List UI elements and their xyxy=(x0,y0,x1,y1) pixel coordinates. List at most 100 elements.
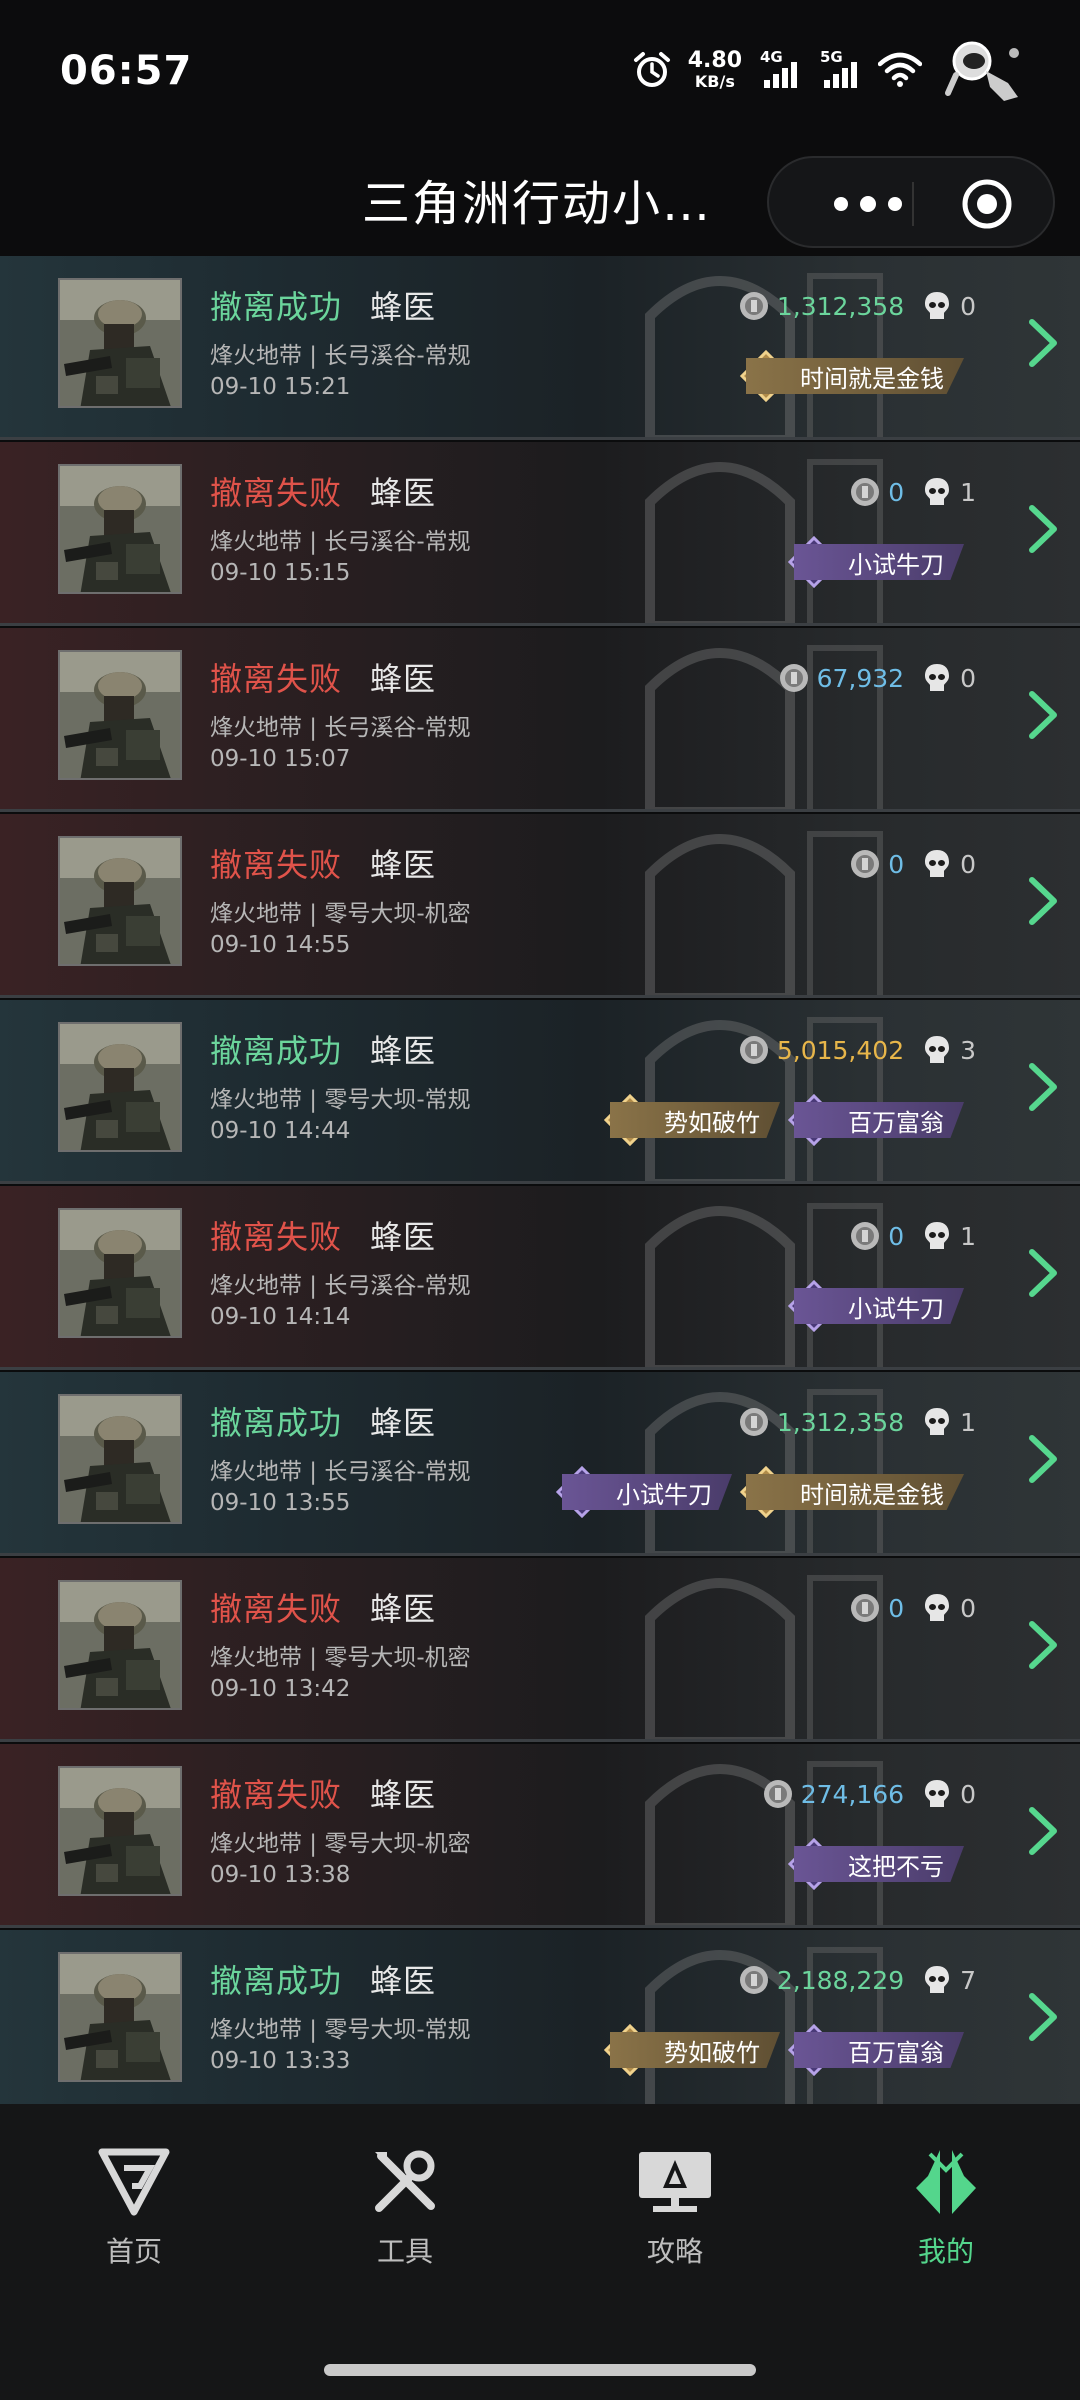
coin-icon xyxy=(739,1036,768,1064)
tab-guide[interactable]: 攻略 xyxy=(595,2148,755,2278)
kill-count: 1 xyxy=(960,1407,976,1437)
chevron-right-icon[interactable] xyxy=(1028,1992,1058,2042)
badge-group: 势如破竹 百万富翁 xyxy=(604,2024,964,2076)
chevron-right-icon[interactable] xyxy=(1028,504,1058,554)
extraction-status: 撤离成功 xyxy=(210,1032,343,1070)
map-info: 烽火地带 | 长弓溪谷-常规 xyxy=(210,715,471,741)
match-stats: 1,312,358 0 xyxy=(739,286,976,326)
chevron-right-icon[interactable] xyxy=(1028,690,1058,740)
row-divider xyxy=(0,1367,1080,1370)
skull-icon xyxy=(925,1036,950,1063)
capsule-menu xyxy=(767,156,1055,248)
extracted-value: 67,932 xyxy=(816,663,905,693)
achievement-badge: 小试牛刀 xyxy=(556,1466,732,1518)
operator-name: 蜂医 xyxy=(370,1218,437,1256)
chevron-right-icon[interactable] xyxy=(1028,1248,1058,1298)
guide-icon xyxy=(639,2152,711,2212)
row-divider xyxy=(0,623,1080,626)
map-info: 烽火地带 | 零号大坝-机密 xyxy=(210,1645,471,1671)
badge-label: 百万富翁 xyxy=(794,1102,964,1138)
operator-name: 蜂医 xyxy=(370,288,437,326)
match-time: 09-10 15:21 xyxy=(210,374,351,400)
badge-group: 小试牛刀 xyxy=(788,1280,964,1332)
signal-5g-icon: 5G xyxy=(818,48,862,90)
operator-avatar xyxy=(58,1580,182,1710)
record-row[interactable]: 撤离失败 蜂医 烽火地带 | 零号大坝-机密 09-10 13:38 274,166 0 这… xyxy=(0,1744,1080,1928)
chevron-right-icon[interactable] xyxy=(1028,1434,1058,1484)
match-time: 09-10 14:14 xyxy=(210,1304,351,1330)
row-divider xyxy=(0,1739,1080,1742)
extraction-status: 撤离失败 xyxy=(210,846,343,884)
match-stats: 274,166 0 xyxy=(763,1774,976,1814)
record-row[interactable]: 撤离失败 蜂医 烽火地带 | 长弓溪谷-常规 09-10 14:14 0 1 小试牛刀 xyxy=(0,1186,1080,1370)
match-time: 09-10 15:15 xyxy=(210,560,351,586)
skull-icon xyxy=(925,1408,950,1435)
chevron-right-icon[interactable] xyxy=(1028,876,1058,926)
row-divider xyxy=(0,437,1080,440)
extracted-value: 0 xyxy=(888,1221,905,1251)
extracted-value: 0 xyxy=(888,849,905,879)
extraction-status: 撤离成功 xyxy=(210,1962,343,2000)
extraction-status: 撤离失败 xyxy=(210,1776,343,1814)
signal-4g-icon: 4G xyxy=(758,48,802,90)
skull-icon xyxy=(925,1966,950,1993)
coin-icon xyxy=(739,1966,768,1994)
record-row[interactable]: 撤离成功 蜂医 烽火地带 | 长弓溪谷-常规 09-10 15:21 1,312,358… xyxy=(0,256,1080,440)
achievement-badge: 百万富翁 xyxy=(788,1094,964,1146)
record-row[interactable]: 撤离失败 蜂医 烽火地带 | 零号大坝-机密 09-10 13:42 0 0 xyxy=(0,1558,1080,1742)
map-info: 烽火地带 | 长弓溪谷-常规 xyxy=(210,1273,471,1299)
capsule-divider xyxy=(912,182,914,226)
match-record-list: 撤离成功 蜂医 烽火地带 | 长弓溪谷-常规 09-10 15:21 1,312,358… xyxy=(0,256,1080,2104)
astronaut-icon xyxy=(945,41,1019,101)
chevron-right-icon[interactable] xyxy=(1028,1062,1058,1112)
profile-logo-icon xyxy=(916,2150,976,2214)
match-time: 09-10 13:42 xyxy=(210,1676,351,1702)
tab-home-label: 首页 xyxy=(105,2235,162,2268)
badge-label: 势如破竹 xyxy=(610,2032,780,2068)
coin-icon xyxy=(739,292,768,320)
tab-home[interactable]: 首页 xyxy=(54,2148,214,2278)
record-row[interactable]: 撤离失败 蜂医 烽火地带 | 长弓溪谷-常规 09-10 15:15 0 1 小试牛刀 xyxy=(0,442,1080,626)
tab-tools-label: 工具 xyxy=(376,2235,433,2268)
close-target-icon[interactable] xyxy=(961,178,1013,230)
operator-name: 蜂医 xyxy=(370,1962,437,2000)
extraction-status: 撤离成功 xyxy=(210,1404,343,1442)
achievement-badge: 势如破竹 xyxy=(604,1094,780,1146)
operator-name: 蜂医 xyxy=(370,474,437,512)
operator-avatar xyxy=(58,1208,182,1338)
extraction-status: 撤离失败 xyxy=(210,1590,343,1628)
map-info: 烽火地带 | 零号大坝-机密 xyxy=(210,901,471,927)
extracted-value: 1,312,358 xyxy=(776,291,905,321)
tab-guide-label: 攻略 xyxy=(646,2235,703,2268)
badge-group: 势如破竹 百万富翁 xyxy=(604,1094,964,1146)
bottom-tab-bar: 首页 工具 攻略 我的 xyxy=(0,2104,1080,2400)
skull-icon xyxy=(925,1594,950,1621)
chevron-right-icon[interactable] xyxy=(1028,1620,1058,1670)
more-dots-icon[interactable] xyxy=(813,186,923,222)
operator-avatar xyxy=(58,278,182,408)
kill-count: 0 xyxy=(960,1779,976,1809)
tab-mine[interactable]: 我的 xyxy=(866,2148,1026,2278)
skull-icon xyxy=(925,1780,950,1807)
match-stats: 01 xyxy=(850,472,976,512)
map-info: 烽火地带 | 长弓溪谷-常规 xyxy=(210,529,471,555)
record-row[interactable]: 撤离成功 蜂医 烽火地带 | 零号大坝-常规 09-10 13:33 2,188,229… xyxy=(0,1930,1080,2104)
chevron-right-icon[interactable] xyxy=(1028,1806,1058,1856)
extraction-status: 撤离成功 xyxy=(210,288,343,326)
badge-label: 势如破竹 xyxy=(610,1102,780,1138)
record-row[interactable]: 撤离成功 蜂医 烽火地带 | 长弓溪谷-常规 09-10 13:55 1,312,358… xyxy=(0,1372,1080,1556)
badge-group: 小试牛刀 xyxy=(788,536,964,588)
match-stats: 67,932 0 xyxy=(779,658,976,698)
operator-name: 蜂医 xyxy=(370,1404,437,1442)
record-row[interactable]: 撤离失败 蜂医 烽火地带 | 长弓溪谷-常规 09-10 15:07 67,932 0 xyxy=(0,628,1080,812)
record-row[interactable]: 撤离失败 蜂医 烽火地带 | 零号大坝-机密 09-10 14:55 0 0 xyxy=(0,814,1080,998)
tab-tools[interactable]: 工具 xyxy=(325,2148,485,2278)
chevron-right-icon[interactable] xyxy=(1028,318,1058,368)
badge-label: 这把不亏 xyxy=(794,1846,964,1882)
extracted-value: 0 xyxy=(888,477,905,507)
coin-icon xyxy=(779,664,808,692)
record-row[interactable]: 撤离成功 蜂医 烽火地带 | 零号大坝-常规 09-10 14:44 5,015,402… xyxy=(0,1000,1080,1184)
coin-icon xyxy=(851,478,880,506)
achievement-badge: 势如破竹 xyxy=(604,2024,780,2076)
achievement-badge: 百万富翁 xyxy=(788,2024,964,2076)
